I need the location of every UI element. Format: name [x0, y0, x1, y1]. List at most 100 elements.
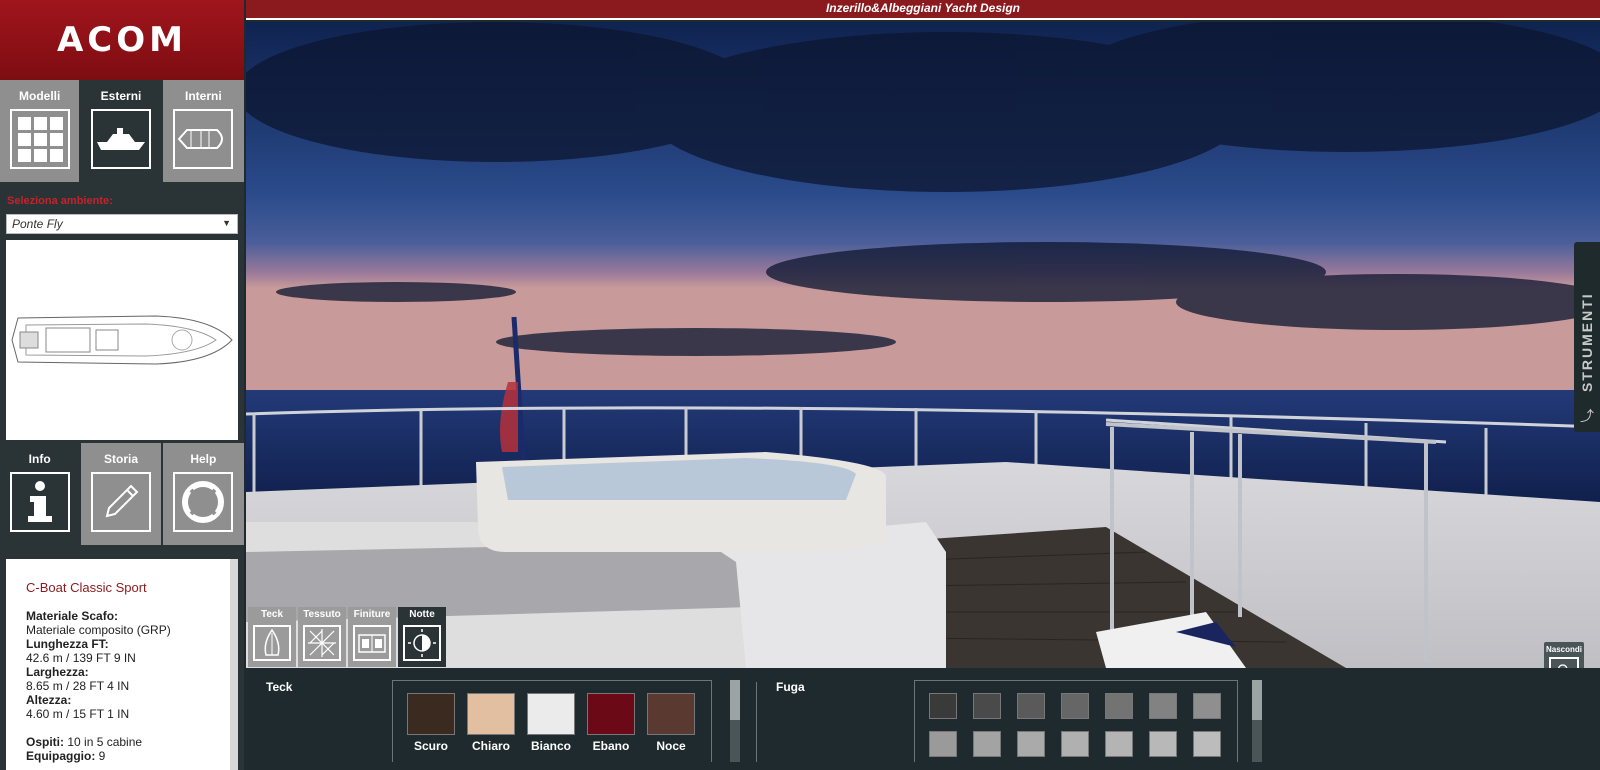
- fabric-icon: [303, 625, 341, 661]
- grid-icon: [9, 109, 70, 169]
- tab-label: Modelli: [19, 89, 61, 103]
- fuga-swatch[interactable]: [929, 693, 957, 719]
- length-value: 42.6 m / 139 FT 9 IN: [26, 651, 136, 665]
- swatch-label: Scuro: [413, 739, 448, 753]
- fuga-palette-title: Fuga: [776, 680, 805, 694]
- tab-storia[interactable]: Storia: [81, 443, 161, 545]
- height-label: Altezza:: [26, 693, 72, 707]
- yacht-interior-icon: [173, 109, 234, 169]
- yacht-exterior-icon: [91, 109, 152, 169]
- bottom-nav: Info Storia Help: [0, 443, 245, 545]
- length-label: Lunghezza FT:: [26, 637, 109, 651]
- crew-value: 9: [98, 749, 106, 763]
- width-value: 8.65 m / 28 FT 4 IN: [26, 679, 130, 693]
- fuga-swatch[interactable]: [1105, 693, 1133, 719]
- wrench-icon: ⤴: [1580, 408, 1594, 424]
- tab-label: Info: [28, 452, 51, 466]
- tab-help[interactable]: Help: [162, 443, 245, 545]
- tab-finiture[interactable]: Finiture: [348, 607, 396, 667]
- teck-palette-title: Teck: [266, 680, 293, 694]
- tab-modelli[interactable]: Modelli: [0, 80, 80, 182]
- lifebuoy-icon: [173, 472, 234, 532]
- tab-interni[interactable]: Interni: [162, 80, 245, 182]
- tab-notte[interactable]: Notte: [398, 607, 446, 667]
- fuga-swatch[interactable]: [1149, 693, 1177, 719]
- fuga-swatch[interactable]: [1193, 693, 1221, 719]
- guests-label: Ospiti:: [26, 735, 64, 749]
- fuga-swatch[interactable]: [1105, 731, 1133, 757]
- width-label: Larghezza:: [26, 665, 89, 679]
- sidebar: ACOM Modelli Esterni Interni Seleziona a…: [0, 0, 245, 770]
- tab-tessuto[interactable]: Tessuto: [298, 607, 346, 667]
- fuga-swatch[interactable]: [1149, 731, 1177, 757]
- logo-text: ACOM: [56, 20, 187, 60]
- tab-info[interactable]: Info: [0, 443, 80, 545]
- brand-logo: ACOM: [0, 0, 244, 80]
- swatch-chiaro[interactable]: Chiaro: [467, 693, 515, 753]
- night-mode-icon: [403, 625, 441, 661]
- fuga-swatch[interactable]: [1061, 731, 1089, 757]
- teak-icon: [253, 625, 291, 661]
- swatch-label: Noce: [656, 739, 686, 753]
- fuga-swatch[interactable]: [1061, 693, 1089, 719]
- crew-label: Equipaggio:: [26, 749, 96, 763]
- environment-selected-value: Ponte Fly: [12, 217, 63, 231]
- tab-label: Help: [190, 452, 217, 466]
- swatch-noce[interactable]: Noce: [647, 693, 695, 753]
- environment-select[interactable]: Ponte Fly ▼: [6, 214, 238, 234]
- yacht-3d-view[interactable]: STRUMENTI ⤴ Nascondi ↷: [246, 22, 1600, 668]
- material-tab-label: Teck: [260, 609, 284, 620]
- model-info-panel: C-Boat Classic Sport Materiale Scafo: Ma…: [6, 559, 238, 770]
- scrollbar-thumb[interactable]: [730, 680, 740, 720]
- teck-swatch-group: Scuro Chiaro Bianco Ebano Noce: [392, 680, 712, 762]
- swatch-bianco[interactable]: Bianco: [527, 693, 575, 753]
- swatch-label: Ebano: [592, 739, 630, 753]
- fuga-swatch-group: [914, 680, 1238, 762]
- tab-label: Storia: [104, 452, 139, 466]
- fuga-scrollbar[interactable]: [1252, 680, 1262, 762]
- rotate-arrow-icon: ↷: [1549, 657, 1579, 668]
- fuga-swatch[interactable]: [1017, 731, 1045, 757]
- swatch-label: Bianco: [530, 739, 571, 753]
- swatch-color: [527, 693, 575, 735]
- info-scrollbar[interactable]: [230, 559, 238, 770]
- scrollbar-thumb[interactable]: [1252, 680, 1262, 720]
- fuga-swatch[interactable]: [973, 693, 1001, 719]
- tab-esterni[interactable]: Esterni: [81, 80, 161, 182]
- guests-value: 10 in 5 cabine: [67, 735, 143, 749]
- fuga-swatch[interactable]: [1193, 731, 1221, 757]
- environment-label: Seleziona ambiente:: [7, 195, 113, 207]
- hull-material-label: Materiale Scafo:: [26, 609, 119, 623]
- material-tab-label: Finiture: [353, 609, 391, 620]
- swatch-scuro[interactable]: Scuro: [407, 693, 455, 753]
- divider: [756, 682, 757, 762]
- fuga-swatch[interactable]: [929, 731, 957, 757]
- material-palette: Teck Scuro Chiaro Bianco Ebano Noce Fuga: [246, 670, 1600, 770]
- swatch-ebano[interactable]: Ebano: [587, 693, 635, 753]
- finish-icon: [353, 625, 391, 661]
- swatch-color: [467, 693, 515, 735]
- height-value: 4.60 m / 15 FT 1 IN: [26, 707, 130, 721]
- material-tab-label: Notte: [409, 609, 435, 620]
- hull-material-value: Materiale composito (GRP): [26, 623, 171, 637]
- tab-teck[interactable]: Teck: [248, 607, 296, 667]
- tools-label: STRUMENTI: [1579, 292, 1595, 392]
- fuga-swatch[interactable]: [973, 731, 1001, 757]
- info-icon: [9, 472, 70, 532]
- hide-panel-button[interactable]: Nascondi ↷: [1544, 642, 1584, 668]
- model-name: C-Boat Classic Sport: [26, 580, 147, 595]
- swatch-color: [587, 693, 635, 735]
- chevron-down-icon: ▼: [222, 218, 231, 228]
- tab-label: Interni: [185, 89, 222, 103]
- hide-label: Nascondi: [1545, 645, 1582, 654]
- swatch-label: Chiaro: [471, 739, 510, 753]
- pencil-icon: [91, 472, 152, 532]
- tab-label: Esterni: [100, 89, 142, 103]
- teck-scrollbar[interactable]: [730, 680, 740, 762]
- material-tab-label: Tessuto: [303, 609, 341, 620]
- top-nav: Modelli Esterni Interni: [0, 80, 245, 182]
- fuga-swatch[interactable]: [1017, 693, 1045, 719]
- configurator-app: ACOM Modelli Esterni Interni Seleziona a…: [0, 0, 1600, 770]
- swatch-color: [647, 693, 695, 735]
- tools-panel-toggle[interactable]: STRUMENTI ⤴: [1574, 242, 1600, 432]
